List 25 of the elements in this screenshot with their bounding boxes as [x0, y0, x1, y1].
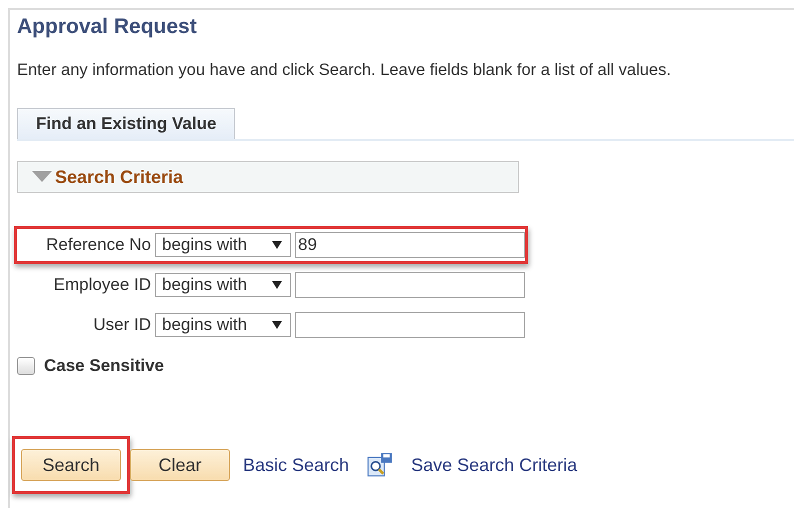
operator-dropdown[interactable]: begins with — [155, 233, 291, 257]
input-field[interactable]: 89 — [295, 232, 525, 258]
input-field[interactable] — [295, 272, 525, 298]
field-label: Reference No — [45, 235, 151, 255]
link[interactable]: Save Search Criteria — [411, 454, 578, 476]
caret-icon — [272, 241, 282, 249]
field-label: User ID — [92, 315, 151, 335]
operator-dropdown[interactable]: begins with — [155, 273, 291, 297]
magnifier-disk-icon — [367, 452, 394, 478]
action-button[interactable]: Clear — [130, 449, 230, 481]
section-title: Search Criteria — [55, 166, 184, 188]
section-header[interactable]: Search Criteria — [17, 161, 519, 193]
tab[interactable]: Find an Existing Value — [17, 108, 236, 139]
input-field[interactable] — [295, 312, 525, 338]
link[interactable]: Basic Search — [243, 454, 350, 476]
action-button[interactable]: Search — [21, 449, 121, 481]
checkbox[interactable] — [17, 357, 35, 375]
collapse-triangle-icon — [32, 171, 52, 183]
checkbox-label: Case Sensitive — [44, 356, 164, 376]
field-label: Employee ID — [52, 275, 151, 295]
caret-icon — [272, 281, 282, 289]
operator-dropdown[interactable]: begins with — [155, 313, 291, 337]
instructions-text: Enter any information you have and click Search. Leave fields blank for a list of all values. — [17, 61, 672, 80]
page-title: Approval Request — [17, 14, 198, 39]
caret-icon — [272, 321, 282, 329]
